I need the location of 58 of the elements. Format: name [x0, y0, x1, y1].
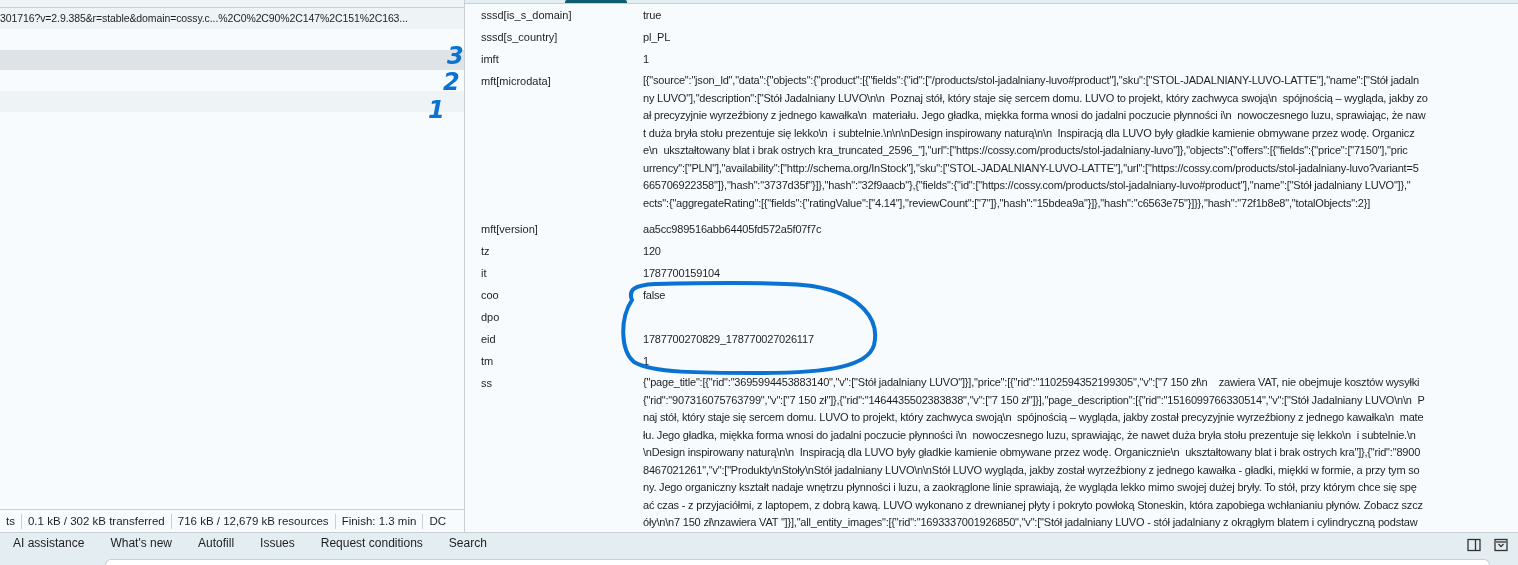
param-name: tm	[481, 354, 494, 368]
param-name: dpo	[481, 310, 500, 324]
param-value-line: łu. Jego gładka, miękka forma wnosi do jadalni poczucie płynności i\n nowoczesnego luzu, sprawiając, że nawet duża bryła stołu prezentuje się lekko\n i subtelnie.\n	[643, 427, 1416, 443]
param-name: mft[version]	[481, 222, 538, 236]
param-value: 1787700159104	[643, 266, 720, 280]
param-name: coo	[481, 288, 499, 302]
param-value-line: ects":{"aggregateRating":[{"fields":{"ratingValue":["4.14"],"reviewCount":["7"]},"hash":"15bdea9a"}]},"hash":"c6563e75"}]}},"hash":"72f1b8e8","totalObjects":2}]	[643, 195, 1370, 211]
param-value-line: óły\n\n7 150 zł\nzawiera VAT "]}],"all_entity_images":[{"rid":"1693337001926850","v":["Stół jadalniany LUVO - stół jadalniany z okrągłym blatem i cylindryczną podstaw	[643, 515, 1418, 530]
param-value-line: ał precyzyjnie wyrzeźbiony z jednego kawałka\n materiału. Jego gładka, miękka forma wnosi do jadalni poczucie płynności i\n nowoczesnego luzu, sprawiając, że naw	[643, 108, 1426, 123]
param-value-line: urrency":["PLN"],"availability":["http://schema.org/InStock"],"sku":["STOL-JADALNIANY-LUVO-LATTE"],"url":["https://cossy.com/products/stol-jadalniany-luvo?variant=5	[643, 160, 1419, 176]
param-value-line: {"rid":"907316075763799","v":["7 150 zł"]},{"rid":"1464435502383838","v":["7 150 zł"]}],"page_description":[{"rid":"1516099766330514","v":["Stół Jadalniany LUVO\n\n P	[643, 392, 1425, 408]
param-value-line: e\n ukształtowany blat i brak ostrych kra_truncated_2596_"],"url":["https://cossy.com/products/stol-jadalniany-luvo"]},"objects":{"offers":[{"fields":{"price":["7150"],"pric	[643, 143, 1408, 158]
param-value: 120	[643, 244, 661, 258]
drawer-tab[interactable]: Issues	[247, 533, 308, 556]
param-name: ss	[481, 376, 492, 390]
param-value: 1	[643, 354, 649, 368]
param-name: sssd[is_s_domain]	[481, 8, 572, 22]
drawer-tab[interactable]: Search	[435, 533, 500, 556]
selected-tab-indicator	[565, 0, 627, 3]
dock-side-icon[interactable]	[1467, 537, 1481, 552]
param-value-line: [{"source":"json_ld","data":{"objects":{"product":[{"fields":{"id":["/products/stol-jadalniany-luvo#product"],"sku":["STOL-JADALNIANY-LUVO-LATTE"],"name":["Stół jadaln	[643, 73, 1419, 88]
param-value: 1	[643, 52, 649, 66]
drawer-tab[interactable]: AI assistance	[0, 533, 98, 556]
request-url[interactable]: 301716?v=2.9.385&r=stable&domain=cossy.c...%2C0%2C90%2C147%2C151%2C163...	[0, 12, 408, 25]
handwritten-number: 2	[443, 68, 460, 96]
drawer-tab[interactable]: What's new	[97, 533, 186, 556]
param-value: aa5cc989516abb64405fd572a5f07f7c	[643, 222, 822, 236]
handwritten-number: 1	[428, 96, 445, 124]
param-value-line: \nDesign inspirowany naturą\n\n Inspiracją dla LUVO były gładkie kamienie obmywane przez wodę. Organicznie\n ukształtowany blat i brak ostrych kra"]},{"rid":"8900	[643, 445, 1421, 460]
param-name: it	[481, 266, 487, 280]
param-value-line: 8467021261","v":["Produkty\nStoły\nStół jadalniany LUVO\n\nStół LUVO wygląda, jakby został wyrzeźbiony z jednego kawałka - gładki, miękki w formie, a przy tym so	[643, 462, 1420, 478]
handwritten-number: 3	[447, 42, 464, 70]
param-name: sssd[s_country]	[481, 30, 558, 44]
dock-bottom-icon[interactable]	[1494, 537, 1508, 552]
status-text: ts	[5, 515, 16, 527]
param-name: imft	[481, 52, 499, 66]
param-value: false	[643, 288, 666, 302]
console-input-field[interactable]	[105, 559, 1490, 565]
param-value: 1787700270829_178770027026117	[643, 332, 814, 346]
param-value-line: ać czas - z przyjaciółmi, z laptopem, z dobrą kawą. LUVO wykonano z drewnianej płyty i pokryto powłoką Stoneskin, która zapobiega wchłanianiu płynów. Zobacz szcz	[643, 497, 1423, 513]
status-text: Finish: 1.3 min	[340, 515, 418, 527]
param-value-line: t duża bryła stołu prezentuje się lekko\n i subtelnie.\n\n\nDesign inspirowany naturą\n\n Inspiracją dla LUVO były gładkie kamienie obmywane przez wodę. Organicz	[643, 125, 1415, 141]
drawer-tab[interactable]: Request conditions	[307, 533, 436, 556]
param-value: pl_PL	[643, 30, 671, 44]
param-value-line: naj stół, który staje się sercem domu. LUVO to projekt, który zachwyca swoją\n spójnością – wygląda, jakby został precyzyjnie wyrzeźbiony z jednego kawałka\n mate	[643, 410, 1424, 425]
param-value-line: 665706922358"]},"hash":"3737d35f"}]},"hash":"32f9aacb"},{"fields":{"id":["https://cossy.com/products/stol-jadalniany-luvo#product"],"name":["Stół jadalniany LUVO"]},"	[643, 178, 1411, 193]
param-value: true	[643, 8, 662, 22]
param-name: tz	[481, 244, 490, 258]
status-text: DC	[428, 515, 448, 527]
param-name: eid	[481, 332, 496, 346]
param-value-line: {"page_title":[{"rid":"3695994453883140","v":["Stół jadalniany LUVO"]}],"price":[{"rid":"1102594352199305","v":["7 150 zł\n zawiera VAT, nie obejmuje kosztów wysyłki	[643, 375, 1420, 390]
param-value-line: ny LUVO"],"description":["Stół Jadalniany LUVO\n\n Poznaj stół, który staje się sercem domu. LUVO to projekt, który zachwyca swoją\n spójnością – wygląda, jakby zo	[643, 90, 1428, 106]
status-text: 716 kB / 12,679 kB resources	[176, 515, 330, 527]
param-value-line: ny. Jego organiczny kształt nadaje wnętrzu płynności i luzu, a zaokrąglone linie sprawiają, że wygląda lekko mimo swojej dużej bryły. To stół, przy którym chce się spę	[643, 480, 1417, 495]
request-row[interactable]: 301716?v=2.9.385&r=stable&domain=cossy.c...%2C0%2C90%2C147%2C151%2C163...	[0, 8, 464, 29]
drawer-tab[interactable]: Autofill	[185, 533, 248, 556]
status-text: 0.1 kB / 302 kB transferred	[26, 515, 166, 527]
param-name: mft[microdata]	[481, 74, 551, 88]
